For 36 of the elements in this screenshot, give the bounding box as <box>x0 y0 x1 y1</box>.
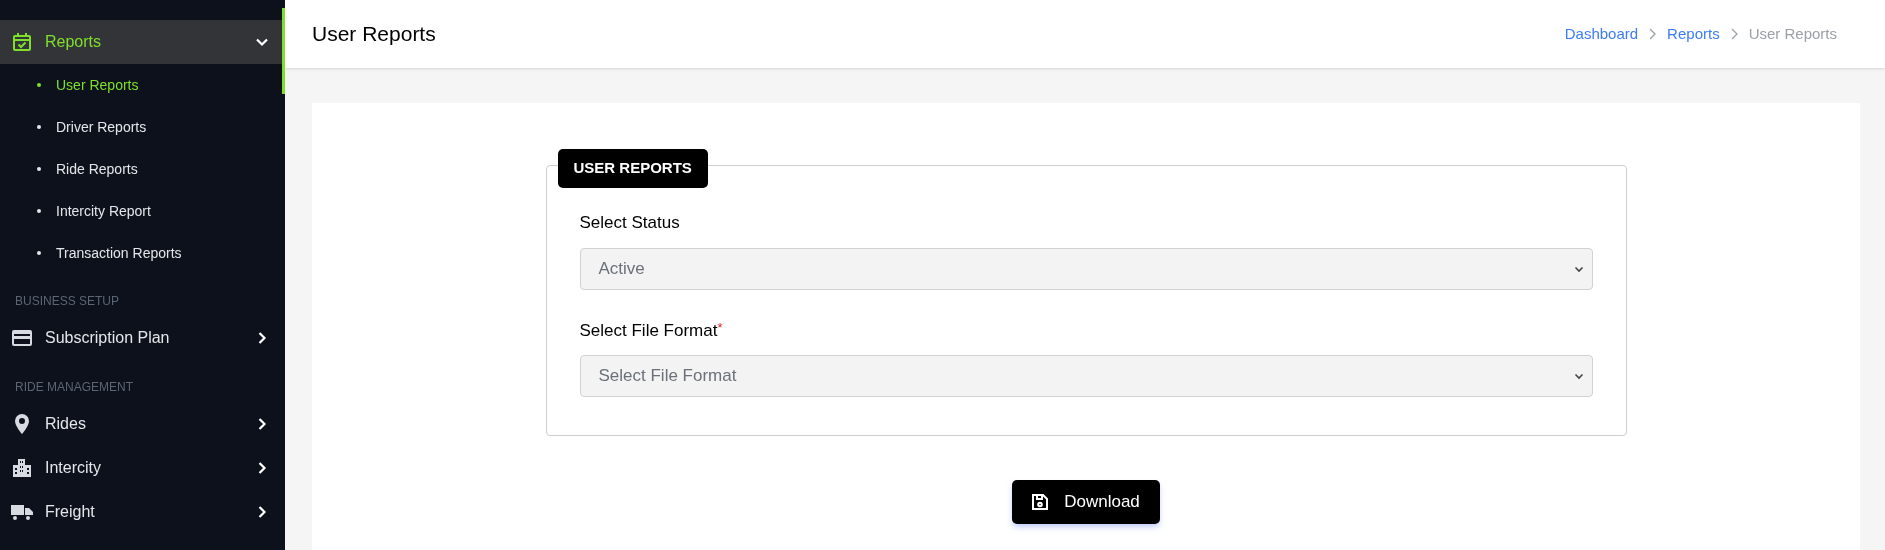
map-pin-icon <box>13 414 31 434</box>
select-field[interactable]: Select File Format <box>579 355 1593 397</box>
submenu-item[interactable]: Driver Reports <box>56 116 147 138</box>
download-button[interactable]: Download <box>1012 480 1160 524</box>
submenu-item[interactable]: Transaction Reports <box>56 242 182 264</box>
bullet-icon <box>37 125 41 129</box>
required-mark: * <box>717 318 723 335</box>
building-icon <box>13 459 31 477</box>
chevron-right-icon <box>1648 28 1658 40</box>
select-field[interactable]: Active <box>579 247 1593 290</box>
sidebar-item[interactable]: Subscription Plan <box>0 316 285 360</box>
credit-card-icon <box>12 330 32 346</box>
calendar-check-icon <box>12 32 32 52</box>
breadcrumb-link[interactable]: Reports <box>1667 22 1720 46</box>
field-label: Select File Format <box>579 319 718 342</box>
sidebar-item[interactable]: Reports <box>0 20 285 64</box>
submenu-item[interactable]: Intercity Report <box>56 200 151 222</box>
section-title: USER REPORTS <box>557 149 708 188</box>
page-title: User Reports <box>312 21 436 48</box>
section-header: BUSINESS SETUP <box>14 293 121 310</box>
breadcrumb-current: User Reports <box>1748 23 1837 44</box>
bullet-icon <box>37 251 41 255</box>
sidebar-item[interactable]: Freight <box>0 490 285 534</box>
dropdown-icon <box>1573 371 1584 381</box>
breadcrumb-link[interactable]: Dashboard <box>1564 22 1639 46</box>
sidebar-item[interactable]: Rides <box>0 402 285 446</box>
bullet-icon <box>37 83 41 87</box>
field-label: Select Status <box>579 212 681 234</box>
bullet-icon <box>37 209 41 213</box>
sidebar-item[interactable]: Intercity <box>0 446 285 490</box>
chevron-right-icon <box>1729 28 1739 40</box>
section-header: RIDE MANAGEMENT <box>14 379 134 396</box>
bullet-icon <box>37 167 41 171</box>
submenu-item[interactable]: User Reports <box>56 74 139 96</box>
submenu-item[interactable]: Ride Reports <box>56 158 138 180</box>
truck-icon <box>11 504 33 520</box>
